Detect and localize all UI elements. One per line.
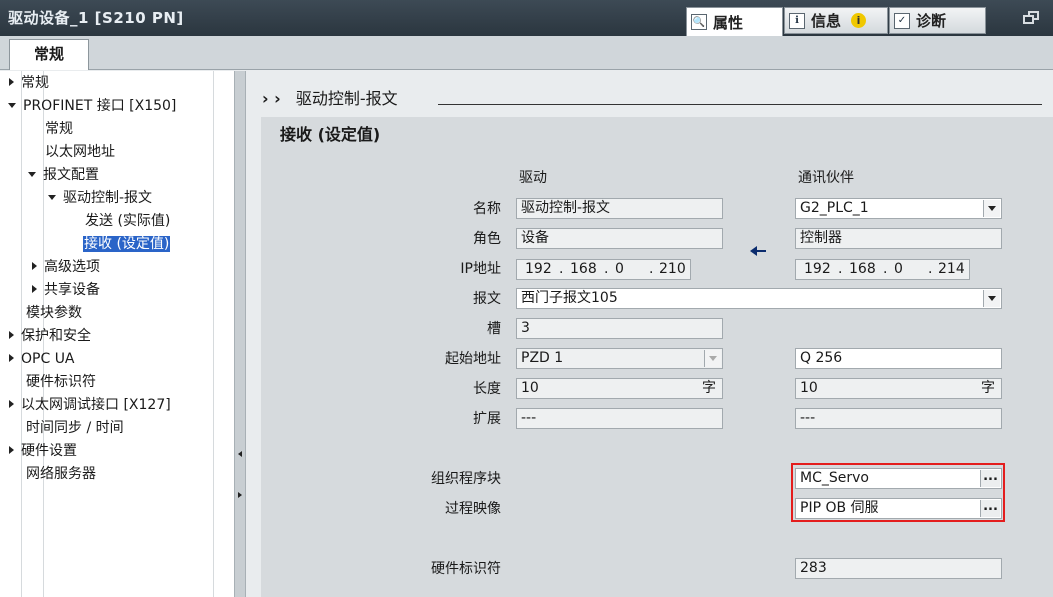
column-header-partner: 通讯伙伴 xyxy=(798,170,854,186)
drive-extension-field: --- xyxy=(516,408,723,429)
nav-item-time-sync[interactable]: 时间同步 / 时间 xyxy=(26,418,124,438)
content-pane: › › 驱动控制-报文 接收 (设定值) 驱动 通讯伙伴 名称 驱动控制-报文 … xyxy=(246,71,1053,597)
breadcrumb-chevron-icon: › › xyxy=(262,89,281,108)
label-process-image: 过程映像 xyxy=(445,501,501,517)
info-tab-icon: ℹ xyxy=(789,12,805,29)
highlight-box xyxy=(791,463,1005,522)
tab-diagnostics[interactable]: ✓ 诊断 xyxy=(889,7,986,34)
nav-item-protection-security[interactable]: 保护和安全 xyxy=(9,326,91,346)
expand-arrow-icon[interactable] xyxy=(9,331,14,339)
drive-ip-field: 192 . 168 . 0 . 210 xyxy=(516,259,691,280)
tab-info-label: 信息 xyxy=(811,12,842,30)
nav-item-drive-control-telegram[interactable]: 驱动控制-报文 xyxy=(48,188,152,208)
tab-properties-label: 属性 xyxy=(713,13,744,32)
dropdown-arrow-icon[interactable] xyxy=(983,290,1000,307)
window-title: 驱动设备_1 [S210 PN] xyxy=(8,9,184,27)
nav-item-opc-ua[interactable]: OPC UA xyxy=(9,349,75,369)
title-bar: 驱动设备_1 [S210 PN] 🔍 属性 ℹ 信息 i ✓ 诊断 xyxy=(0,0,1053,36)
label-extension: 扩展 xyxy=(473,411,501,427)
nav-item-send-actual[interactable]: 发送 (实际值) xyxy=(85,211,170,231)
slot-field: 3 xyxy=(516,318,723,339)
breadcrumb-text: 驱动控制-报文 xyxy=(295,89,398,108)
nav-item-profinet-interface[interactable]: PROFINET 接口 [X150] xyxy=(8,96,176,116)
expand-arrow-icon[interactable] xyxy=(32,262,37,270)
breadcrumb: › › 驱动控制-报文 xyxy=(262,85,398,109)
nav-item-general[interactable]: 常规 xyxy=(9,73,49,93)
nav-item-ethernet-debug-interface[interactable]: 以太网调试接口 [X127] xyxy=(9,395,171,415)
splitter-collapse-icon[interactable] xyxy=(238,451,242,457)
nav-item-receive-setpoint[interactable]: 接收 (设定值) xyxy=(83,234,171,254)
expand-arrow-icon[interactable] xyxy=(9,400,14,408)
selected-nav-label: 接收 (设定值) xyxy=(83,236,171,252)
properties-icon: 🔍 xyxy=(691,14,707,30)
splitter-expand-icon[interactable] xyxy=(238,492,242,498)
nav-item-hardware-settings[interactable]: 硬件设置 xyxy=(9,441,77,461)
tab-properties[interactable]: 🔍 属性 xyxy=(686,7,783,36)
nav-item-ethernet-address[interactable]: 以太网地址 xyxy=(45,142,115,162)
partner-start-address-field[interactable]: Q 256 xyxy=(795,348,1002,369)
section-title: 接收 (设定值) xyxy=(280,125,381,144)
tab-general[interactable]: 常规 xyxy=(9,39,89,70)
drive-length-field: 10 字 xyxy=(516,378,723,399)
partner-name-dropdown[interactable]: G2_PLC_1 xyxy=(795,198,1002,219)
left-arrow-icon xyxy=(750,245,766,257)
label-start-address: 起始地址 xyxy=(445,351,501,367)
sub-tab-bar: 常规 xyxy=(0,36,1053,70)
label-name: 名称 xyxy=(473,201,501,217)
expand-arrow-icon[interactable] xyxy=(32,285,37,293)
label-telegram: 报文 xyxy=(473,291,501,307)
pane-splitter[interactable] xyxy=(234,71,246,597)
drive-start-address-dropdown: PZD 1 xyxy=(516,348,723,369)
drive-name-field: 驱动控制-报文 xyxy=(516,198,723,219)
expand-arrow-icon[interactable] xyxy=(9,354,14,362)
collapse-arrow-icon[interactable] xyxy=(8,103,16,108)
dropdown-arrow-icon[interactable] xyxy=(983,200,1000,217)
label-org-block: 组织程序块 xyxy=(431,471,501,487)
breadcrumb-divider xyxy=(438,104,1042,105)
column-header-drive: 驱动 xyxy=(519,170,547,186)
label-slot: 槽 xyxy=(487,321,501,337)
tab-diagnostics-label: 诊断 xyxy=(916,12,947,30)
drive-role-field: 设备 xyxy=(516,228,723,249)
nav-item-interface-general[interactable]: 常规 xyxy=(45,119,73,139)
expand-arrow-icon[interactable] xyxy=(9,446,14,454)
collapse-arrow-icon[interactable] xyxy=(48,195,56,200)
label-ip: IP地址 xyxy=(460,261,501,277)
label-length: 长度 xyxy=(473,381,501,397)
nav-item-shared-device[interactable]: 共享设备 xyxy=(32,280,100,300)
navigation-tree: 常规 PROFINET 接口 [X150] 常规 以太网地址 报文配置 驱动控制… xyxy=(0,71,237,597)
telegram-dropdown[interactable]: 西门子报文105 xyxy=(516,288,1002,309)
partner-role-field: 控制器 xyxy=(795,228,1002,249)
nav-item-telegram-config[interactable]: 报文配置 xyxy=(28,165,99,185)
partner-ip-field: 192 . 168 . 0 . 214 xyxy=(795,259,970,280)
nav-item-module-parameters[interactable]: 模块参数 xyxy=(26,303,82,323)
collapse-arrow-icon[interactable] xyxy=(28,172,36,177)
dropdown-arrow-icon xyxy=(704,350,721,367)
nav-item-web-server[interactable]: 网络服务器 xyxy=(26,464,96,484)
settings-panel: 接收 (设定值) 驱动 通讯伙伴 名称 驱动控制-报文 G2_PLC_1 角色 … xyxy=(261,117,1053,597)
label-hardware-id: 硬件标识符 xyxy=(431,561,501,577)
restore-window-icon[interactable] xyxy=(1023,11,1041,25)
tab-info[interactable]: ℹ 信息 i xyxy=(784,7,888,34)
partner-extension-field: --- xyxy=(795,408,1002,429)
nav-item-advanced-options[interactable]: 高级选项 xyxy=(32,257,100,277)
label-role: 角色 xyxy=(473,231,501,247)
partner-length-field: 10 字 xyxy=(795,378,1002,399)
tree-guide-line xyxy=(213,71,214,597)
hardware-id-field: 283 xyxy=(795,558,1002,579)
diagnostics-icon: ✓ xyxy=(894,12,910,29)
info-badge-icon: i xyxy=(851,13,867,28)
nav-item-hardware-identifier[interactable]: 硬件标识符 xyxy=(26,372,96,392)
expand-arrow-icon[interactable] xyxy=(9,78,14,86)
